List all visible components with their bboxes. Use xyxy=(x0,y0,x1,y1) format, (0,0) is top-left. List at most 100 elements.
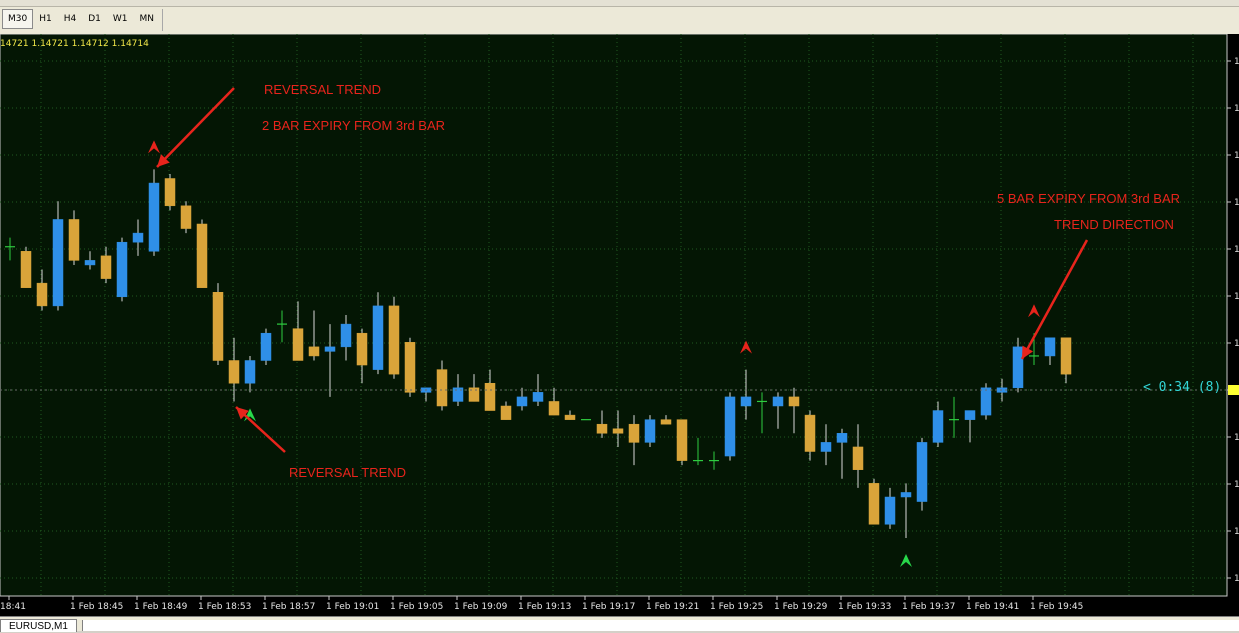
time-axis-label: 1 Feb 19:41 xyxy=(966,602,1019,612)
candle-body xyxy=(292,328,304,361)
candle-body xyxy=(548,401,560,416)
price-chart[interactable]: 111111111111< 0:34 (8)14721 1.14721 1.14… xyxy=(0,34,1239,616)
price-axis-label: 1 xyxy=(1234,292,1239,302)
candle-body xyxy=(388,305,400,375)
candle-body xyxy=(228,360,240,384)
timeframe-w1-button[interactable]: W1 xyxy=(107,9,134,29)
candle-body xyxy=(964,410,976,420)
price-axis-label: 1 xyxy=(1234,198,1239,208)
candle-body xyxy=(180,205,192,229)
price-axis-label: 1 xyxy=(1234,57,1239,67)
candle-body xyxy=(884,496,896,525)
candle-body xyxy=(372,305,384,370)
candle-body xyxy=(836,433,848,443)
candle-body xyxy=(900,492,912,498)
price-axis-label: 1 xyxy=(1234,480,1239,490)
candle-body xyxy=(68,219,80,261)
time-axis-label: 1 Feb 18:45 xyxy=(70,602,123,612)
candle-body xyxy=(404,342,416,393)
candle-body xyxy=(660,419,672,425)
candle-body xyxy=(1060,337,1072,375)
price-axis-label: 1 xyxy=(1234,151,1239,161)
price-axis-label: 1 xyxy=(1234,527,1239,537)
candle-body xyxy=(596,423,608,434)
candle-body xyxy=(820,442,832,452)
candle-body xyxy=(52,219,64,307)
timeframe-d1-button[interactable]: D1 xyxy=(82,9,107,29)
candle-body xyxy=(244,360,256,384)
candle-body xyxy=(132,232,144,243)
ohlc-info-label: 14721 1.14721 1.14712 1.14714 xyxy=(0,39,149,49)
timeframe-m30-button[interactable]: M30 xyxy=(2,9,34,29)
candle-body xyxy=(116,241,128,298)
candle-body xyxy=(20,251,32,288)
candle-body xyxy=(868,483,880,525)
candle-body xyxy=(612,428,624,434)
candle-body xyxy=(676,419,688,461)
candle-body xyxy=(356,332,368,366)
candle-body xyxy=(916,442,928,502)
candle-body xyxy=(148,182,160,252)
time-axis-label: 1 Feb 19:37 xyxy=(902,602,955,612)
time-axis-label: 1 Feb 18:49 xyxy=(134,602,188,612)
candle-body xyxy=(724,396,736,457)
candle-body xyxy=(532,392,544,402)
time-axis-label: 1 Feb 19:25 xyxy=(710,602,763,612)
toolbar-separator xyxy=(162,9,163,31)
time-axis-label: 1 Feb 19:21 xyxy=(646,602,699,612)
tab-eurusd-m1[interactable]: EURUSD,M1 xyxy=(0,619,77,632)
plot-area xyxy=(0,34,1228,597)
price-axis-label: 1 xyxy=(1234,245,1239,255)
time-axis-label: 1 Feb 19:09 xyxy=(454,602,508,612)
timeframe-h4-button[interactable]: H4 xyxy=(58,9,83,29)
chart-tab-bar: EURUSD,M1 xyxy=(0,616,1239,632)
toolbar: M30 H1 H4 D1 W1 MN xyxy=(0,0,1239,35)
candle-body xyxy=(644,419,656,443)
candle-body xyxy=(324,346,336,352)
candle-body xyxy=(804,414,816,452)
candle-body xyxy=(932,410,944,443)
annotation-label: REVERSAL TREND xyxy=(289,465,406,480)
candle-body xyxy=(260,332,272,361)
annotation-label: 5 BAR EXPIRY FROM 3rd BAR xyxy=(997,191,1180,206)
price-axis-label: 1 xyxy=(1234,339,1239,349)
annotation-label: TREND DIRECTION xyxy=(1054,217,1174,232)
candle-body xyxy=(500,405,512,420)
candle-body xyxy=(164,178,176,207)
toolbar-strip xyxy=(0,0,1239,7)
chart-area[interactable]: 111111111111< 0:34 (8)14721 1.14721 1.14… xyxy=(0,34,1239,616)
candle-body xyxy=(212,292,224,361)
timeframe-mn-button[interactable]: MN xyxy=(134,9,161,29)
candle-body xyxy=(740,396,752,407)
time-axis-label: 1 Feb 19:45 xyxy=(1030,602,1083,612)
candle-body xyxy=(84,260,96,266)
candle-body xyxy=(772,396,784,407)
candle-body xyxy=(100,255,112,279)
time-axis-label: 1 Feb 19:01 xyxy=(326,602,379,612)
candle-body xyxy=(564,414,576,420)
time-axis-label: 1 Feb 18:53 xyxy=(198,602,251,612)
current-price-marker xyxy=(1228,385,1239,395)
candle-body xyxy=(628,423,640,443)
candle-body xyxy=(980,387,992,416)
candle-body xyxy=(788,396,800,407)
candle-body xyxy=(436,369,448,407)
candle-body xyxy=(1044,337,1056,357)
annotation-label: REVERSAL TREND xyxy=(264,82,381,97)
candle-body xyxy=(36,282,48,307)
price-axis-label: 1 xyxy=(1234,574,1239,584)
price-axis-label: 1 xyxy=(1234,433,1239,443)
time-axis-label: 1 Feb 18:57 xyxy=(262,602,315,612)
time-axis-label: 1 Feb 19:13 xyxy=(518,602,571,612)
time-axis-label: 18:41 xyxy=(0,602,26,612)
candle-body xyxy=(340,323,352,348)
timeframe-h1-button[interactable]: H1 xyxy=(33,9,58,29)
candle-body xyxy=(308,346,320,357)
candle-body xyxy=(852,446,864,470)
annotation-label: 2 BAR EXPIRY FROM 3rd BAR xyxy=(262,118,445,133)
time-axis-label: 1 Feb 19:33 xyxy=(838,602,891,612)
time-axis-label: 1 Feb 19:29 xyxy=(774,602,828,612)
tab-strip xyxy=(82,620,1239,631)
candle-body xyxy=(484,383,496,411)
timeframe-selector: M30 H1 H4 D1 W1 MN xyxy=(2,9,163,31)
